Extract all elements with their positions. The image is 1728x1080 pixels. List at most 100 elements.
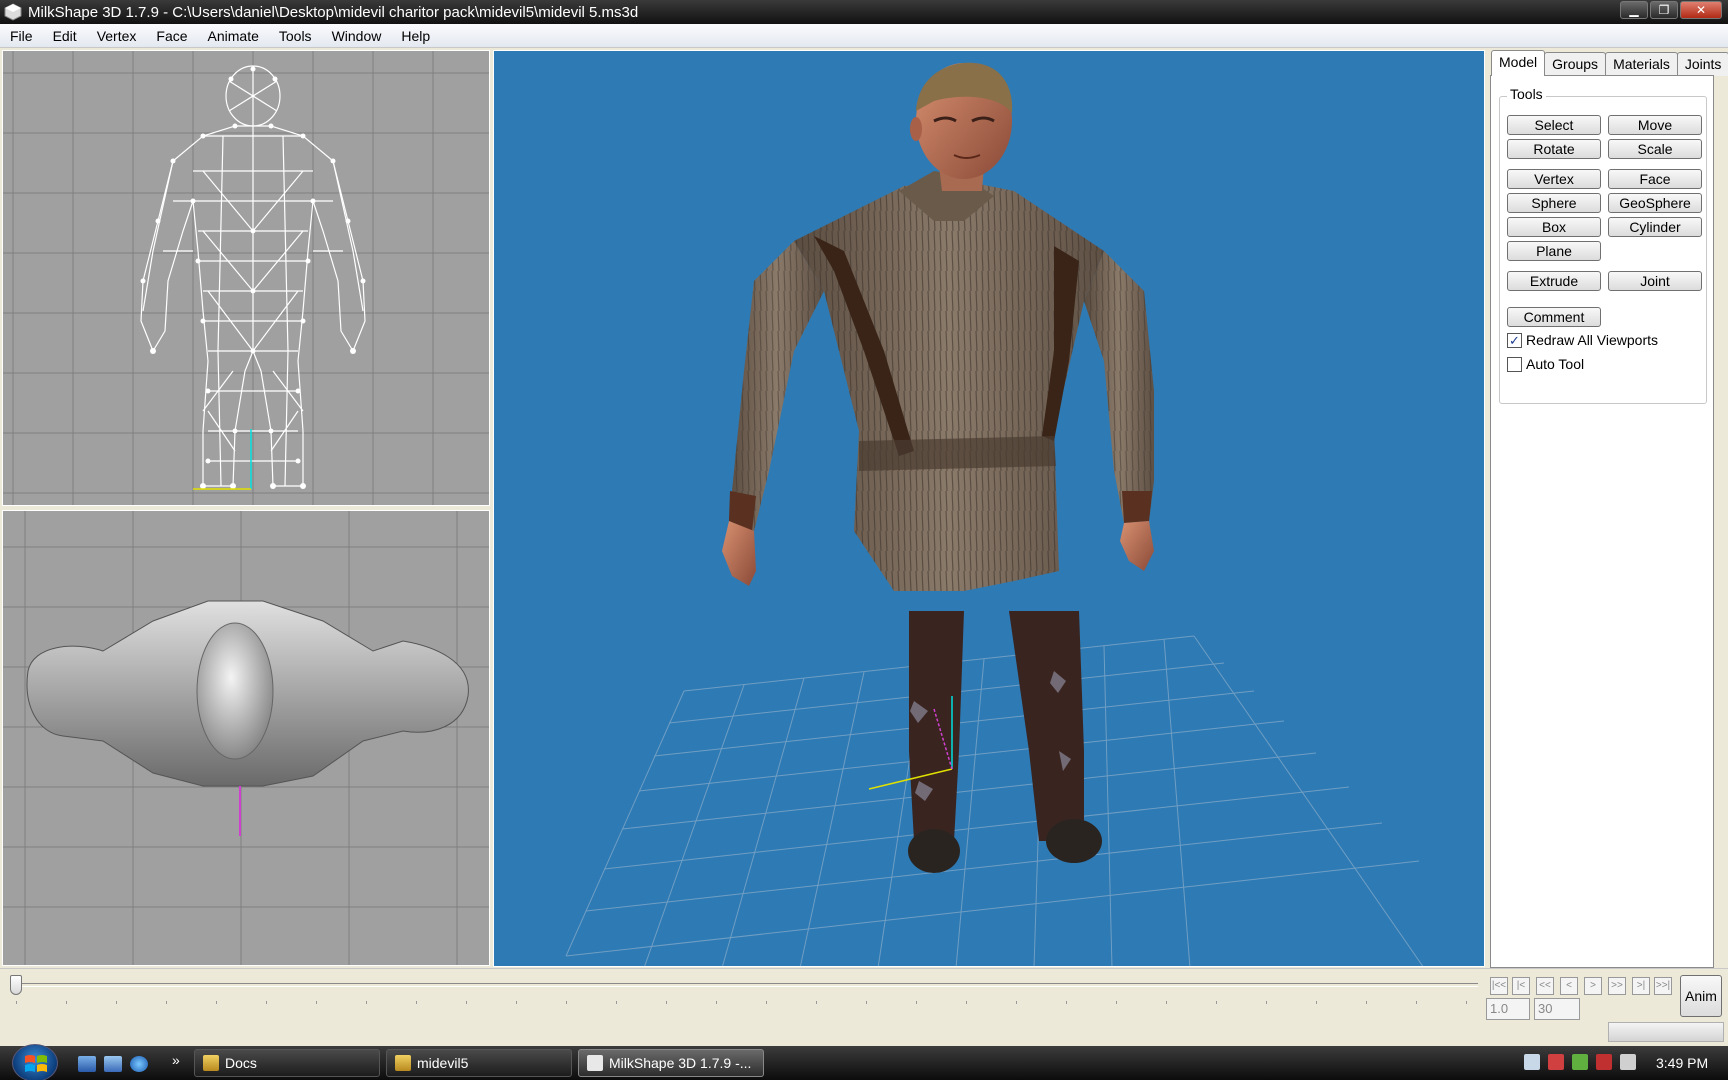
redraw-all-viewports-checkbox[interactable]: ✓ (1507, 332, 1522, 348)
next-key-button[interactable]: >| (1632, 977, 1650, 995)
top-shaded-view (3, 511, 489, 965)
rewind-button[interactable]: << (1536, 977, 1554, 995)
timeline-tick (766, 1001, 767, 1004)
prev-frame-button[interactable]: < (1560, 977, 1578, 995)
notification-icon[interactable] (1524, 1054, 1540, 1070)
top-viewport[interactable] (2, 510, 490, 966)
prev-key-button[interactable]: |< (1512, 977, 1530, 995)
last-frame-button[interactable]: >>| (1654, 977, 1672, 995)
end-frame-field[interactable]: 30 (1534, 998, 1580, 1020)
windows-logo-icon (25, 1055, 47, 1072)
rotate-button[interactable]: Rotate (1507, 139, 1601, 159)
tab-groups[interactable]: Groups (1544, 52, 1607, 76)
start-frame-field[interactable]: 1.0 (1486, 998, 1530, 1020)
plane-button[interactable]: Plane (1507, 241, 1601, 261)
timeline-tick (1266, 1001, 1267, 1004)
start-button[interactable] (12, 1044, 58, 1080)
menu-tools[interactable]: Tools (269, 24, 322, 48)
face-button[interactable]: Face (1608, 169, 1702, 189)
panel-tabs: Model Groups Materials Joints (1491, 50, 1728, 76)
task-docs[interactable]: Docs (194, 1049, 380, 1077)
title-bar: MilkShape 3D 1.7.9 - C:\Users\daniel\Des… (0, 0, 1728, 24)
timeline-tick (666, 1001, 667, 1004)
network-icon[interactable] (1596, 1054, 1612, 1070)
timeline-tick (616, 1001, 617, 1004)
timeline-tick (66, 1001, 67, 1004)
menu-help[interactable]: Help (391, 24, 440, 48)
tab-joints[interactable]: Joints (1676, 52, 1728, 76)
milkshape-app-icon (4, 3, 22, 21)
maximize-button[interactable]: ❐ (1650, 1, 1678, 19)
update-icon[interactable] (1572, 1054, 1588, 1070)
next-frame-button[interactable]: > (1584, 977, 1602, 995)
timeline-tick (916, 1001, 917, 1004)
show-desktop-icon[interactable] (78, 1056, 96, 1072)
switch-windows-icon[interactable] (104, 1056, 122, 1072)
volume-icon[interactable] (1620, 1054, 1636, 1070)
character-3d (722, 62, 1154, 873)
menu-file[interactable]: File (0, 24, 43, 48)
system-tray (1524, 1054, 1636, 1070)
timeline-tick (1066, 1001, 1067, 1004)
window-controls: ▁ ❐ ✕ (1620, 1, 1722, 19)
timeline-tick (866, 1001, 867, 1004)
comment-button[interactable]: Comment (1507, 307, 1601, 327)
model-tab-page: Tools Select Move Rotate Scale Vertex Fa… (1490, 75, 1714, 968)
ground-grid (565, 635, 1424, 966)
task-midevil5[interactable]: midevil5 (386, 1049, 572, 1077)
quicklaunch-more-icon[interactable]: » (172, 1052, 180, 1068)
vertex-button[interactable]: Vertex (1507, 169, 1601, 189)
timeline-tick (416, 1001, 417, 1004)
tool-panel: Model Groups Materials Joints Tools Sele… (1488, 48, 1728, 968)
taskbar-clock[interactable]: 3:49 PM (1656, 1055, 1708, 1071)
anim-button[interactable]: Anim (1680, 975, 1722, 1017)
redraw-all-viewports-option[interactable]: ✓ Redraw All Viewports (1507, 332, 1658, 348)
timeline-tick (966, 1001, 967, 1004)
geosphere-button[interactable]: GeoSphere (1608, 193, 1702, 213)
window-title: MilkShape 3D 1.7.9 - C:\Users\daniel\Des… (28, 3, 639, 21)
timeline-tick (1316, 1001, 1317, 1004)
timeline-tick (166, 1001, 167, 1004)
viewport-grid (3, 51, 489, 505)
milkshape-app-icon (587, 1055, 603, 1071)
timeline-tick (466, 1001, 467, 1004)
fast-forward-button[interactable]: >> (1608, 977, 1626, 995)
menu-edit[interactable]: Edit (43, 24, 87, 48)
perspective-viewport[interactable] (493, 50, 1485, 967)
timeline-tick (1016, 1001, 1017, 1004)
front-viewport[interactable] (2, 50, 490, 506)
joint-button[interactable]: Joint (1608, 271, 1702, 291)
minimize-button[interactable]: ▁ (1620, 1, 1648, 19)
internet-explorer-icon[interactable] (130, 1056, 148, 1072)
select-button[interactable]: Select (1507, 115, 1601, 135)
tab-materials[interactable]: Materials (1605, 52, 1678, 76)
front-wireframe-view (3, 51, 489, 505)
folder-icon (395, 1055, 411, 1071)
menu-window[interactable]: Window (322, 24, 392, 48)
scale-button[interactable]: Scale (1608, 139, 1702, 159)
task-milkshape[interactable]: MilkShape 3D 1.7.9 -... (578, 1049, 764, 1077)
box-button[interactable]: Box (1507, 217, 1601, 237)
timeline-tick (1466, 1001, 1467, 1004)
timeline-tick (1216, 1001, 1217, 1004)
sphere-button[interactable]: Sphere (1507, 193, 1601, 213)
auto-tool-option[interactable]: Auto Tool (1507, 356, 1584, 372)
auto-tool-checkbox[interactable] (1507, 356, 1522, 372)
security-alert-icon[interactable] (1548, 1054, 1564, 1070)
menu-animate[interactable]: Animate (198, 24, 269, 48)
cylinder-button[interactable]: Cylinder (1608, 217, 1702, 237)
extrude-button[interactable]: Extrude (1507, 271, 1601, 291)
timeline-slider[interactable] (14, 983, 1478, 987)
menu-face[interactable]: Face (146, 24, 197, 48)
character-top-head (196, 622, 274, 760)
auto-tool-label: Auto Tool (1526, 356, 1585, 372)
redraw-all-viewports-label: Redraw All Viewports (1526, 332, 1659, 348)
timeline-tick (316, 1001, 317, 1004)
timeline-thumb[interactable] (10, 975, 22, 995)
tab-model[interactable]: Model (1491, 50, 1546, 76)
menu-vertex[interactable]: Vertex (87, 24, 147, 48)
first-frame-button[interactable]: |<< (1490, 977, 1508, 995)
close-button[interactable]: ✕ (1680, 1, 1722, 19)
move-button[interactable]: Move (1608, 115, 1702, 135)
perspective-view (565, 62, 1424, 966)
